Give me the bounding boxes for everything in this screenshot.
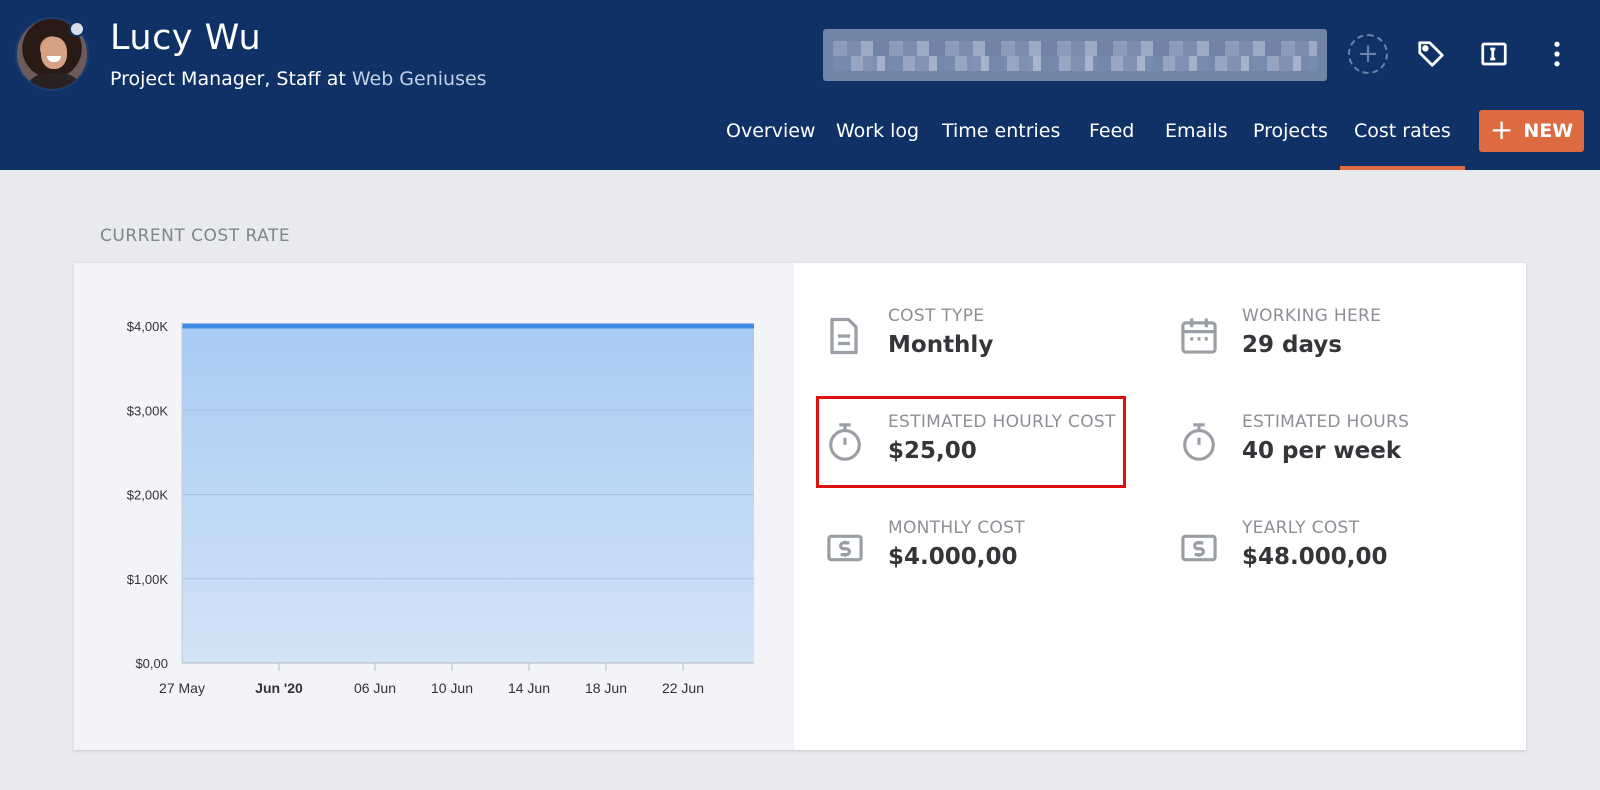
document-icon [826, 316, 866, 356]
more-vertical-icon[interactable] [1537, 34, 1577, 74]
stat-label: MONTHLY COST [888, 518, 1025, 538]
x-tick-label: 22 Jun [662, 680, 704, 696]
pixelated-search-field[interactable] [823, 29, 1327, 81]
stat-yearly-cost: YEARLY COST $48.000,00 [1180, 518, 1500, 598]
y-tick-label: $0,00 [135, 656, 168, 671]
stat-value: $48.000,00 [1242, 544, 1388, 570]
x-tick-label: Jun '20 [255, 680, 303, 696]
calendar-icon [1180, 316, 1220, 356]
stat-value: $4.000,00 [888, 544, 1018, 570]
stat-label: ESTIMATED HOURS [1242, 412, 1410, 432]
stat-label: WORKING HERE [1242, 306, 1382, 326]
tab-overview[interactable]: Overview [726, 110, 815, 170]
x-tick-label: 18 Jun [585, 680, 627, 696]
stat-monthly-cost: MONTHLY COST $4.000,00 [826, 518, 1146, 598]
x-tick-label: 10 Jun [431, 680, 473, 696]
stat-value: 40 per week [1242, 438, 1402, 464]
x-tick-label: 06 Jun [354, 680, 396, 696]
dollar-bill-icon [826, 528, 866, 568]
tab-cost-rates[interactable]: Cost rates [1340, 110, 1465, 170]
tab-work-log[interactable]: Work log [836, 110, 919, 170]
stopwatch-icon [1180, 422, 1220, 462]
plus-icon: + [1489, 112, 1514, 146]
stat-working-here: WORKING HERE 29 days [1180, 306, 1500, 386]
tab-time-entries[interactable]: Time entries [942, 110, 1060, 170]
role-text: Project Manager, Staff at [110, 68, 352, 90]
user-role: Project Manager, Staff at Web Geniuses [110, 68, 487, 90]
new-button-label: NEW [1523, 120, 1574, 142]
company-link[interactable]: Web Geniuses [352, 68, 487, 90]
stat-estimated-hours: ESTIMATED HOURS 40 per week [1180, 412, 1500, 492]
stat-value: Monthly [888, 332, 994, 358]
cost-rate-card: $0,00 $1,00K $2,00K $3,00K $4,00K 27 May Jun '… [74, 263, 1526, 750]
app-header: Lucy Wu Project Manager, Staff at Web Ge… [0, 0, 1600, 170]
text-field-icon[interactable] [1474, 34, 1514, 74]
section-title: CURRENT COST RATE [100, 226, 291, 246]
highlight-box [816, 396, 1126, 488]
stat-label: YEARLY COST [1242, 518, 1360, 538]
stat-cost-type: COST TYPE Monthly [826, 306, 1146, 386]
y-tick-label: $4,00K [127, 319, 169, 334]
stat-label: COST TYPE [888, 306, 985, 326]
y-tick-label: $2,00K [127, 488, 169, 503]
y-tick-label: $3,00K [127, 403, 169, 418]
new-button[interactable]: + NEW [1479, 110, 1584, 152]
add-icon[interactable]: + [1348, 34, 1388, 74]
y-tick-label: $1,00K [127, 572, 169, 587]
stat-value: 29 days [1242, 332, 1342, 358]
x-tick-label: 14 Jun [508, 680, 550, 696]
tab-feed[interactable]: Feed [1089, 110, 1134, 170]
user-name: Lucy Wu [110, 18, 262, 58]
cost-chart: $0,00 $1,00K $2,00K $3,00K $4,00K 27 May Jun '… [127, 319, 754, 696]
cost-chart-panel: $0,00 $1,00K $2,00K $3,00K $4,00K 27 May Jun '… [74, 263, 794, 750]
dollar-bill-icon [1180, 528, 1220, 568]
tab-emails[interactable]: Emails [1165, 110, 1228, 170]
x-tick-label: 27 May [159, 680, 205, 696]
status-indicator [69, 21, 85, 37]
tag-icon[interactable] [1411, 34, 1451, 74]
tab-projects[interactable]: Projects [1253, 110, 1328, 170]
